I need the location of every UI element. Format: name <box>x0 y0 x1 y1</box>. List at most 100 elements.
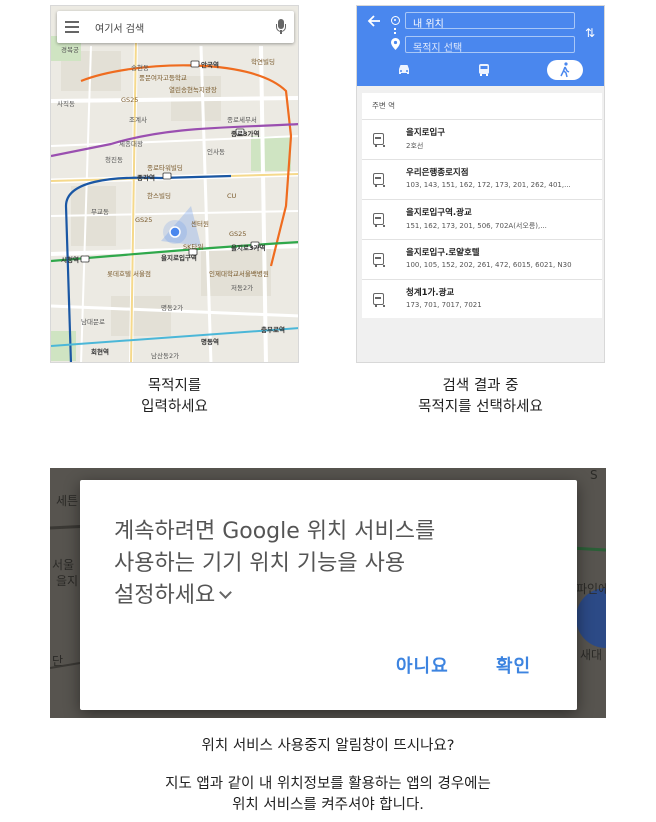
map-label: 학연빌딩 <box>251 58 275 66</box>
caption-enter-destination: 목적지를 입력하세요 <box>50 376 299 418</box>
background-text: 을지 <box>56 574 79 588</box>
location-dialog-screenshot: 세튼 서울 을지 단 파인에 새대 S 계속하려면 Google 위치 서비스를… <box>50 468 606 718</box>
map-label: 무교동 <box>91 208 109 216</box>
background-text: 파인에 <box>576 582 606 596</box>
station-name: 청계1가.광교 <box>406 288 455 298</box>
caption-line: 목적지를 <box>147 378 202 394</box>
map-label: 을지로3가역 <box>231 244 266 252</box>
menu-icon[interactable] <box>65 21 79 33</box>
map-label: 경복궁 <box>61 46 79 54</box>
destination-field[interactable]: 목적지 선택 <box>405 36 575 54</box>
bus-icon <box>373 293 385 307</box>
map-label: 청진동 <box>105 156 123 164</box>
route-dots-icon <box>394 28 397 34</box>
station-name: 을지로입구.로얄호텔 <box>406 248 480 258</box>
dialog-message-line-expand[interactable]: 설정하세요 <box>114 580 554 612</box>
map-label: 송현동 <box>131 64 149 72</box>
search-placeholder[interactable]: 여기서 검색 <box>95 20 276 35</box>
map-label: 센터원 <box>191 220 209 228</box>
subway-icon <box>373 133 385 147</box>
list-title: 주변 역 <box>372 101 396 110</box>
map-label: SK타워 <box>183 243 204 251</box>
map-label: 명동역 <box>201 338 219 346</box>
map-label: 세종대왕 <box>119 140 143 148</box>
station-lines: 103, 143, 151, 162, 172, 173, 201, 262, … <box>406 181 571 189</box>
background-text: 새대 <box>580 648 603 662</box>
walk-mode-icon <box>560 62 570 78</box>
map-label: 한스빌딩 <box>147 192 171 200</box>
map-label: GS25 <box>121 96 139 104</box>
map-label: 안국역 <box>201 61 219 69</box>
map-label: 열린송현녹지광장 <box>169 86 217 94</box>
map-label: 명동2가 <box>161 304 184 312</box>
no-button[interactable]: 아니요 <box>396 652 449 678</box>
dialog-message-line: 사용하는 기기 위치 기능을 사용 <box>114 551 406 576</box>
bus-icon <box>373 253 385 267</box>
caption-enable-location: 지도 앱과 같이 내 위치정보를 활용하는 앱의 경우에는 위치 서비스를 켜주… <box>0 774 656 816</box>
chevron-down-icon[interactable] <box>219 586 233 599</box>
microphone-icon[interactable] <box>276 19 286 35</box>
caption-line: 위치 서비스를 켜주셔야 합니다. <box>232 797 424 813</box>
map-label: 종로타워빌딩 <box>147 164 183 172</box>
swap-icon[interactable]: ⇅ <box>585 26 597 40</box>
station-lines: 2호선 <box>406 142 424 150</box>
dialog-message-line: 설정하세요 <box>114 583 216 608</box>
back-arrow-icon[interactable] <box>367 14 381 28</box>
map-label: CU <box>227 192 237 200</box>
map-label: 종각역 <box>137 174 155 182</box>
car-mode-icon[interactable] <box>397 64 411 76</box>
location-permission-dialog: 계속하려면 Google 위치 서비스를 사용하는 기기 위치 기능을 사용 설… <box>80 480 577 710</box>
map-label: 을지로입구역 <box>161 254 197 262</box>
map-label: 남산동2가 <box>151 352 180 360</box>
station-item[interactable]: 을지로입구 2호선 <box>362 119 602 158</box>
caption-dialog-question: 위치 서비스 사용중지 알림창이 뜨시나요? <box>201 738 455 754</box>
map-search-bar[interactable]: 여기서 검색 <box>57 11 294 43</box>
station-item[interactable]: 청계1가.광교 173, 701, 7017, 7021 <box>362 279 602 318</box>
caption-line: 입력하세요 <box>141 399 208 415</box>
map-label: 조계사 <box>129 116 147 124</box>
map-label: 저동2가 <box>231 284 254 292</box>
transit-mode-icon[interactable] <box>477 64 491 76</box>
station-item[interactable]: 을지로입구.로얄호텔 100, 105, 152, 202, 261, 472,… <box>362 239 602 278</box>
nearby-stations-list: 주변 역 을지로입구 2호선 우리은행종로지점 103, 143, 151, 1… <box>362 93 602 318</box>
caption-line: 지도 앱과 같이 내 위치정보를 활용하는 앱의 경우에는 <box>165 776 491 792</box>
station-item[interactable]: 을지로입구역.광교 151, 162, 173, 201, 506, 702A(… <box>362 199 602 238</box>
dialog-message: 계속하려면 Google 위치 서비스를 사용하는 기기 위치 기능을 사용 설… <box>114 516 554 612</box>
caption-line: 검색 결과 중 <box>442 378 519 394</box>
station-name: 우리은행종로지점 <box>406 168 469 178</box>
map-label: 사직동 <box>57 100 75 108</box>
bus-icon <box>373 213 385 227</box>
map-label: GS25 <box>229 230 247 238</box>
map-label: 롯데호텔 서울점 <box>107 270 151 278</box>
map-label: 인사동 <box>207 148 225 156</box>
station-name: 을지로입구역.광교 <box>406 208 472 218</box>
map-label: 충무로역 <box>261 326 285 334</box>
travel-mode-tabs <box>357 60 604 84</box>
background-text: 서울 <box>52 558 75 572</box>
ok-button[interactable]: 확인 <box>496 652 531 678</box>
destination-pin-icon <box>391 38 400 50</box>
map-label: 회현역 <box>91 348 109 356</box>
directions-screenshot: 내 위치 목적지 선택 ⇅ 주변 역 을지로입구 2호선 우리은행종로지점 10… <box>356 5 605 363</box>
background-text: S <box>590 468 598 482</box>
dialog-message-line: 계속하려면 Google 위치 서비스를 <box>114 519 436 544</box>
station-lines: 100, 105, 152, 202, 261, 472, 6015, 6021… <box>406 261 572 269</box>
station-lines: 151, 162, 173, 201, 506, 702A(서오릉),... <box>406 222 547 230</box>
station-lines: 173, 701, 7017, 7021 <box>406 301 482 309</box>
station-item[interactable]: 우리은행종로지점 103, 143, 151, 162, 172, 173, 2… <box>362 159 602 198</box>
background-text: 세튼 <box>56 494 79 508</box>
map-label: 풍문여자고등학교 <box>139 74 187 82</box>
walk-mode-tab[interactable] <box>547 60 583 80</box>
station-name: 을지로입구 <box>406 128 446 138</box>
map-screenshot: 여기서 검색 경복궁 안국역 학연빌딩 송현동 풍문여자고등학교 사직동 GS2… <box>50 5 299 363</box>
map-label: 종로3가역 <box>231 130 260 138</box>
caption-select-destination: 검색 결과 중 목적지를 선택하세요 <box>356 376 605 418</box>
map-label: 시청역 <box>61 256 79 264</box>
map-label: 남대문로 <box>81 318 105 326</box>
map-label: 종로세무서 <box>227 116 257 124</box>
background-text: 단 <box>52 654 64 668</box>
my-location-dot <box>169 226 181 238</box>
bus-icon <box>373 173 385 187</box>
directions-header: 내 위치 목적지 선택 ⇅ <box>357 6 604 86</box>
origin-field[interactable]: 내 위치 <box>405 12 575 30</box>
